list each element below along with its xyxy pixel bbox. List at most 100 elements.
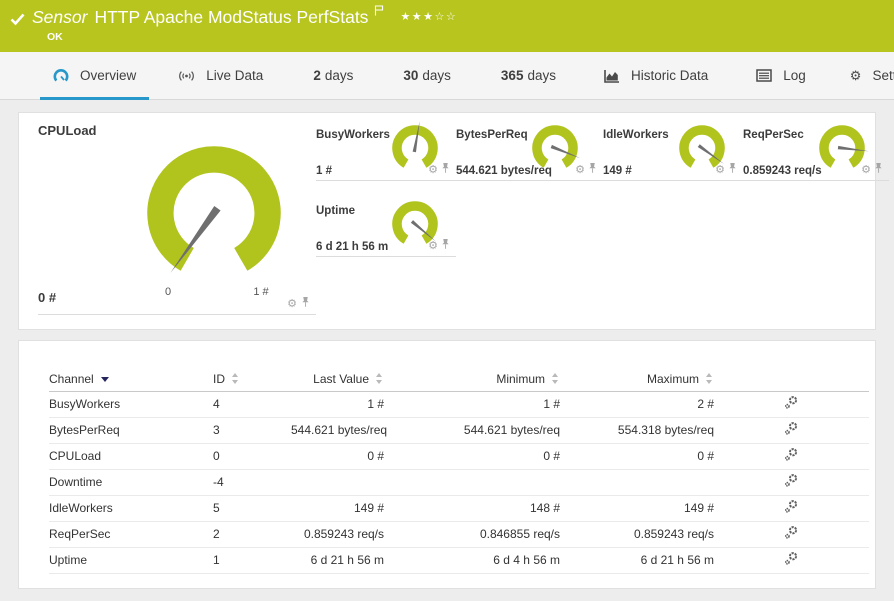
pin-icon[interactable]	[588, 161, 597, 179]
cell-last-value: 0.859243 req/s	[291, 521, 384, 548]
channel-settings-icon[interactable]	[784, 525, 799, 543]
cell-minimum: 0.846855 req/s	[384, 521, 560, 548]
table-row[interactable]: CPULoad 0 0 # 0 # 0 #	[49, 443, 869, 470]
gauge-value: 1 #	[316, 165, 332, 177]
cell-maximum: 554.318 bytes/req	[560, 417, 714, 444]
ok-check-icon	[10, 13, 25, 31]
tab-30-days[interactable]: 30 days	[390, 52, 464, 99]
gauge-panel: ReqPerSec 0.859243 req/s ⚙	[743, 125, 889, 181]
gauge-dial	[147, 146, 281, 273]
pin-icon[interactable]	[874, 161, 883, 179]
table-row[interactable]: ReqPerSec 2 0.859243 req/s 0.846855 req/…	[49, 521, 869, 548]
tab-2-days[interactable]: 2 days	[300, 52, 366, 99]
cell-id: 3	[213, 417, 291, 444]
flag-icon[interactable]	[374, 0, 384, 21]
gauge-panel: Uptime 6 d 21 h 56 m ⚙	[316, 201, 456, 257]
channel-settings-icon[interactable]	[784, 395, 799, 413]
gear-icon: ⚙	[849, 68, 862, 83]
cell-maximum: 0.859243 req/s	[560, 521, 714, 548]
star-rating[interactable]: ★★★☆☆	[400, 11, 457, 23]
cell-minimum: 1 #	[384, 391, 560, 418]
tab-label: Settings	[872, 68, 894, 83]
cell-maximum	[560, 469, 714, 496]
gauge-title: CPULoad	[38, 123, 97, 138]
status-badge: OK	[47, 31, 63, 43]
gauge-value: 544.621 bytes/req	[456, 165, 552, 177]
channel-settings-icon[interactable]	[784, 447, 799, 465]
column-header-maximum[interactable]: Maximum	[560, 367, 714, 392]
cell-minimum	[384, 469, 560, 496]
cell-maximum: 149 #	[560, 495, 714, 522]
gear-icon[interactable]: ⚙	[428, 240, 438, 252]
table-row[interactable]: Downtime -4	[49, 469, 869, 496]
cell-channel: Downtime	[49, 469, 213, 496]
gauge-panel: BusyWorkers 1 # ⚙	[316, 121, 456, 181]
column-header-minimum[interactable]: Minimum	[384, 367, 560, 392]
column-header-last-value[interactable]: Last Value	[291, 367, 384, 392]
gauge-value: 0 #	[38, 290, 57, 305]
sort-icon	[551, 372, 560, 384]
cell-channel: ReqPerSec	[49, 521, 213, 548]
gauge-value: 6 d 21 h 56 m	[316, 241, 389, 253]
column-header-id[interactable]: ID	[213, 367, 291, 392]
gauge-panel: IdleWorkers 149 # ⚙	[603, 125, 743, 181]
tab-label: Historic Data	[630, 68, 709, 83]
tab-historic-data[interactable]: Historic Data	[591, 52, 721, 99]
gauge-scale-max: 1 #	[253, 286, 269, 298]
sort-desc-icon	[100, 376, 109, 382]
gear-icon[interactable]: ⚙	[575, 164, 585, 176]
gauge-value: 0.859243 req/s	[743, 165, 822, 177]
gear-icon[interactable]: ⚙	[861, 164, 871, 176]
tab-log[interactable]: Log	[743, 52, 819, 99]
cell-minimum: 0 #	[384, 443, 560, 470]
cell-id: -4	[213, 469, 291, 496]
tab-label: days	[527, 68, 556, 83]
tab-label: days	[422, 68, 451, 83]
primary-gauge-panel: CPULoad 0 1 # 0 # ⚙	[38, 123, 316, 315]
cell-minimum: 6 d 4 h 56 m	[384, 547, 560, 574]
channels-table: Channel ID Last Value Minimum Maximum Bu…	[49, 367, 869, 574]
gear-icon[interactable]: ⚙	[287, 298, 297, 310]
cell-minimum: 544.621 bytes/req	[384, 417, 560, 444]
channel-settings-icon[interactable]	[784, 473, 799, 491]
pin-icon[interactable]	[301, 295, 310, 313]
cell-id: 1	[213, 547, 291, 574]
cell-last-value	[291, 469, 384, 496]
channels-card: Channel ID Last Value Minimum Maximum Bu…	[18, 340, 876, 589]
cell-last-value: 149 #	[291, 495, 384, 522]
cell-last-value: 0 #	[291, 443, 384, 470]
table-row[interactable]: IdleWorkers 5 149 # 148 # 149 #	[49, 495, 869, 522]
table-row[interactable]: BusyWorkers 4 1 # 1 # 2 #	[49, 391, 869, 418]
overview-content: CPULoad 0 1 # 0 # ⚙ BusyWorkers 1 # ⚙ By…	[0, 100, 894, 601]
page-title: HTTP Apache ModStatus PerfStats	[94, 7, 369, 27]
tab-365-days[interactable]: 365 days	[488, 52, 569, 99]
table-row[interactable]: BytesPerReq 3 544.621 bytes/req 544.621 …	[49, 417, 869, 444]
cell-channel: CPULoad	[49, 443, 213, 470]
sort-icon	[231, 372, 240, 384]
gauge-scale-min: 0	[164, 286, 172, 298]
cell-id: 0	[213, 443, 291, 470]
cell-maximum: 6 d 21 h 56 m	[560, 547, 714, 574]
tab-label: Overview	[80, 68, 137, 83]
cell-maximum: 2 #	[560, 391, 714, 418]
tab-live-data[interactable]: Live Data	[165, 52, 276, 99]
channel-settings-icon[interactable]	[784, 421, 799, 439]
gear-icon[interactable]: ⚙	[715, 164, 725, 176]
tab-overview[interactable]: Overview	[40, 52, 150, 100]
area-chart-icon	[604, 69, 620, 83]
sort-icon	[375, 372, 384, 384]
pin-icon[interactable]	[441, 237, 450, 255]
table-row[interactable]: Uptime 1 6 d 21 h 56 m 6 d 4 h 56 m 6 d …	[49, 547, 869, 574]
tab-settings[interactable]: ⚙ Settings	[837, 52, 894, 99]
tab-label: Live Data	[206, 68, 264, 83]
column-header-channel[interactable]: Channel	[49, 367, 213, 392]
pin-icon[interactable]	[441, 161, 450, 179]
channel-settings-icon[interactable]	[784, 499, 799, 517]
gear-icon[interactable]: ⚙	[428, 164, 438, 176]
pin-icon[interactable]	[728, 161, 737, 179]
gauge-icon	[53, 68, 69, 84]
channels-table-body: BusyWorkers 4 1 # 1 # 2 # BytesPerReq 3 …	[49, 391, 869, 574]
small-gauges-grid: BusyWorkers 1 # ⚙ BytesPerReq 544.621 by…	[316, 121, 889, 257]
channel-settings-icon[interactable]	[784, 551, 799, 569]
sensor-label: Sensor	[32, 7, 88, 27]
